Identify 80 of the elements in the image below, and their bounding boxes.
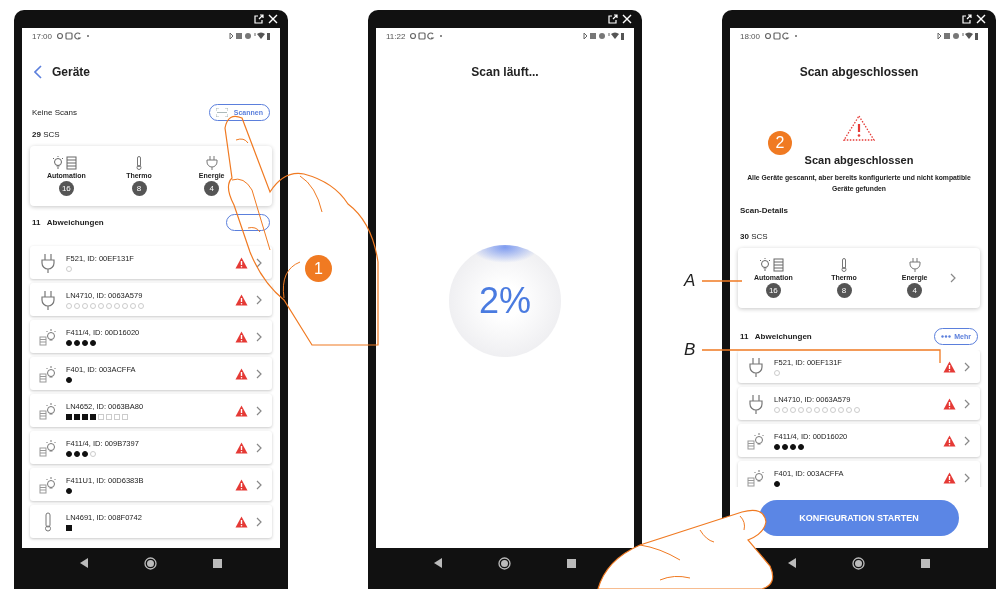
external-link-icon[interactable] <box>608 14 618 24</box>
plug-icon <box>748 356 764 377</box>
scan-status: Keine Scans <box>32 107 77 117</box>
home-nav-icon[interactable] <box>852 556 866 570</box>
leader-line <box>702 280 742 282</box>
plug-icon <box>205 156 218 170</box>
plug-icon <box>748 393 764 414</box>
back-icon[interactable] <box>34 65 42 79</box>
chevron-right-icon[interactable] <box>256 257 262 268</box>
chevron-right-icon[interactable] <box>256 479 262 490</box>
annotation-label: A <box>684 271 696 291</box>
close-icon[interactable] <box>622 14 632 24</box>
details-label: Scan-Details <box>740 205 789 215</box>
chevron-right-icon[interactable] <box>964 361 970 372</box>
recent-apps-icon[interactable] <box>567 558 577 568</box>
notification-icons <box>765 32 800 40</box>
thermometer-icon <box>43 511 53 532</box>
chevron-right-icon[interactable] <box>256 294 262 305</box>
recent-apps-icon[interactable] <box>921 558 931 568</box>
thermometer-icon <box>840 258 848 272</box>
chevron-right-icon[interactable] <box>964 472 970 483</box>
count-badge: 16 <box>58 181 74 196</box>
status-time: 18:00 <box>740 31 761 41</box>
chevron-right-icon[interactable] <box>964 435 970 446</box>
step-number-badge: 1 <box>305 255 332 282</box>
external-link-icon[interactable] <box>962 14 972 24</box>
chevron-right-icon[interactable] <box>256 331 262 342</box>
back-nav-icon[interactable] <box>79 558 89 568</box>
scan-icon <box>215 107 228 117</box>
progress-percent: 2% <box>479 280 531 322</box>
device-count: 30 SCS <box>739 230 769 242</box>
warning-icon <box>842 114 876 142</box>
plug-icon <box>40 289 56 310</box>
plug-icon <box>40 252 56 273</box>
recent-apps-icon[interactable] <box>213 558 223 568</box>
chevron-right-icon[interactable] <box>256 442 262 453</box>
count-badge: 8 <box>131 181 147 196</box>
plug-icon <box>908 258 921 272</box>
back-nav-icon[interactable] <box>433 558 443 568</box>
chevron-right-icon[interactable] <box>964 398 970 409</box>
annotation-label: B <box>684 340 696 360</box>
thermometer-icon <box>135 156 143 170</box>
system-icons <box>228 32 270 40</box>
close-icon[interactable] <box>976 14 986 24</box>
result-heading: Scan abgeschlossen <box>803 154 915 166</box>
count-badge: 8 <box>836 283 852 298</box>
close-icon[interactable] <box>268 14 278 24</box>
start-configuration-button[interactable]: KONFIGURATION STARTEN <box>759 499 959 536</box>
back-nav-icon[interactable] <box>787 558 797 568</box>
count-badge: 4 <box>907 283 923 298</box>
dots-icon <box>941 334 952 338</box>
system-icons <box>936 32 978 40</box>
more-button[interactable] <box>226 213 270 231</box>
system-icons <box>582 32 624 40</box>
bulb-and-blinds-icon <box>39 401 57 420</box>
screen-title: Geräte <box>52 65 91 79</box>
bulb-and-blinds-icon <box>39 475 57 494</box>
home-nav-icon[interactable] <box>498 556 512 570</box>
home-nav-icon[interactable] <box>144 556 158 570</box>
chevron-right-icon[interactable] <box>256 405 262 416</box>
chevron-right-icon[interactable] <box>256 516 262 527</box>
deviations-heading: 11 Abweichungen <box>32 217 104 227</box>
bulb-and-blinds-icon <box>39 327 57 346</box>
count-badge: 4 <box>204 181 220 196</box>
count-badge: 16 <box>765 283 781 298</box>
screen-title: Scan abgeschlossen <box>799 65 919 79</box>
chevron-right-icon[interactable] <box>256 368 262 379</box>
external-link-icon[interactable] <box>254 14 264 24</box>
bulb-and-blinds-icon <box>747 468 765 487</box>
bulb-and-blinds-icon <box>39 438 57 457</box>
device-count: 29 SCS <box>31 128 61 140</box>
status-time: 11:22 <box>386 31 406 41</box>
bulb-and-blinds-icon <box>747 431 765 450</box>
deviations-heading: 11 Abweichungen <box>740 331 812 341</box>
screen-title: Scan läuft... <box>471 65 539 79</box>
bulb-and-blinds-icon <box>39 364 57 383</box>
status-time: 17:00 <box>32 31 53 41</box>
notification-icons <box>57 32 92 40</box>
chevron-right-icon[interactable] <box>950 273 956 283</box>
notification-icons <box>410 32 445 40</box>
